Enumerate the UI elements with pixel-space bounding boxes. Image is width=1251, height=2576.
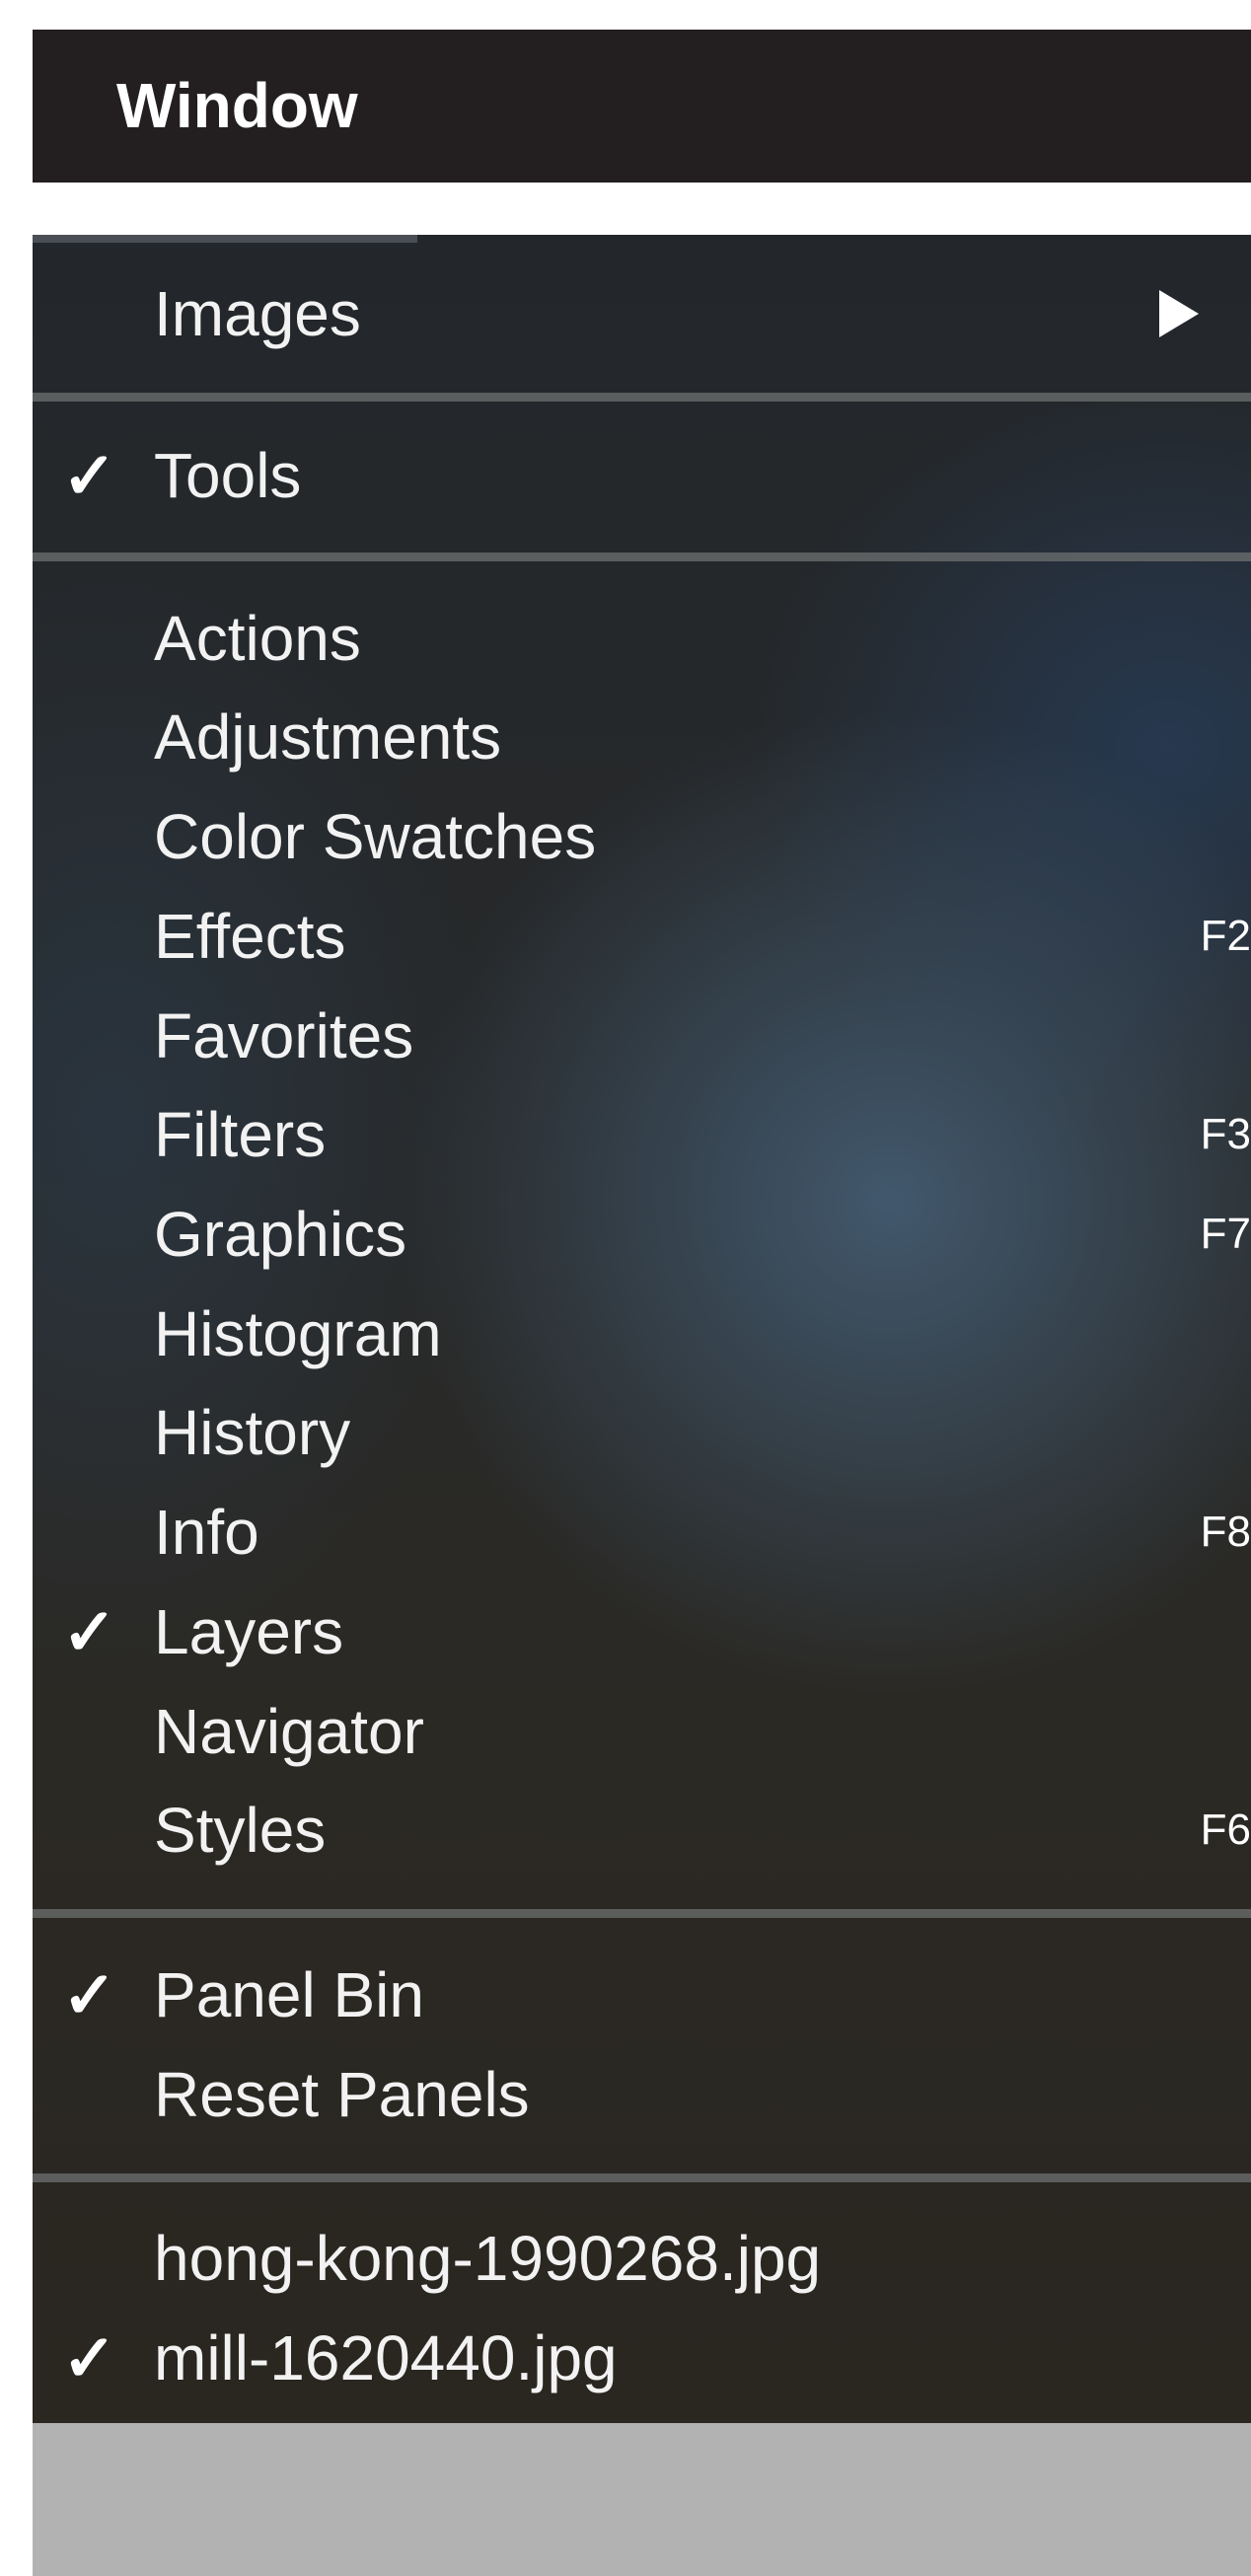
menu-item-history[interactable]: History (33, 1383, 1251, 1482)
menu-item-shortcut: F3 (1200, 1110, 1251, 1158)
menu-item-shortcut: F7 (1200, 1210, 1251, 1258)
menu-item-label: Navigator (154, 1696, 424, 1767)
menu-item-label: History (154, 1397, 351, 1468)
menu-item-actions[interactable]: Actions (33, 589, 1251, 688)
menu-item-label: hong-kong-1990268.jpg (154, 2223, 822, 2294)
menu-item-reset-panels[interactable]: Reset Panels (33, 2045, 1251, 2144)
checkmark-icon: ✓ (62, 438, 117, 512)
menu-item-label: Favorites (154, 1000, 414, 1071)
menu-item-label: Layers (154, 1596, 344, 1667)
menu-item-label: Reset Panels (154, 2059, 530, 2130)
checkmark-icon: ✓ (62, 1594, 117, 1668)
menu-item-effects[interactable]: Effects F2 (33, 887, 1251, 986)
menu-top-highlight (33, 235, 417, 243)
menu-item-histogram[interactable]: Histogram (33, 1285, 1251, 1383)
menu-item-tools[interactable]: ✓ Tools (33, 426, 1251, 525)
window-menu-title[interactable]: Window (116, 30, 358, 183)
menu-item-label: Effects (154, 901, 346, 972)
menu-item-label: Panel Bin (154, 1959, 424, 2030)
menu-separator (33, 2173, 1251, 2182)
menu-item-styles[interactable]: Styles F6 (33, 1781, 1251, 1879)
menu-separator (33, 393, 1251, 402)
menu-item-open-file[interactable]: hong-kong-1990268.jpg (33, 2209, 1251, 2308)
menu-separator (33, 552, 1251, 561)
menu-item-graphics[interactable]: Graphics F7 (33, 1185, 1251, 1284)
menu-item-label: Styles (154, 1795, 327, 1866)
menu-item-navigator[interactable]: Navigator (33, 1682, 1251, 1781)
menu-item-favorites[interactable]: Favorites (33, 987, 1251, 1085)
menu-item-shortcut: F2 (1200, 912, 1251, 960)
menu-separator (33, 1909, 1251, 1918)
menu-item-color-swatches[interactable]: Color Swatches (33, 787, 1251, 886)
triangle-right-icon (1159, 264, 1199, 363)
background-area (33, 2423, 1251, 2576)
menu-item-label: Graphics (154, 1199, 407, 1270)
menu-item-label: Adjustments (154, 701, 502, 773)
menu-item-shortcut: F6 (1200, 1805, 1251, 1854)
menu-item-adjustments[interactable]: Adjustments (33, 688, 1251, 786)
checkmark-icon: ✓ (62, 2320, 117, 2394)
menu-bar: Window (33, 30, 1251, 183)
menu-item-label: Filters (154, 1099, 327, 1170)
menu-item-shortcut: F8 (1200, 1508, 1251, 1556)
menu-item-label: Images (154, 278, 361, 349)
menu-item-label: Color Swatches (154, 801, 597, 872)
menu-item-label: Actions (154, 603, 361, 674)
menu-item-filters[interactable]: Filters F3 (33, 1085, 1251, 1184)
checkmark-icon: ✓ (62, 1957, 117, 2031)
menu-item-info[interactable]: Info F8 (33, 1483, 1251, 1582)
menu-item-layers[interactable]: ✓ Layers (33, 1582, 1251, 1681)
menu-item-label: Histogram (154, 1298, 442, 1369)
menu-item-label: mill-1620440.jpg (154, 2322, 618, 2393)
menu-item-label: Info (154, 1497, 259, 1568)
menu-item-label: Tools (154, 440, 302, 511)
menu-item-images[interactable]: Images (33, 264, 1251, 363)
menu-item-panel-bin[interactable]: ✓ Panel Bin (33, 1946, 1251, 2044)
menu-item-open-file[interactable]: ✓ mill-1620440.jpg (33, 2309, 1251, 2407)
window-menu-dropdown: Images ✓ Tools Actions Adjustments Color… (33, 235, 1251, 2423)
